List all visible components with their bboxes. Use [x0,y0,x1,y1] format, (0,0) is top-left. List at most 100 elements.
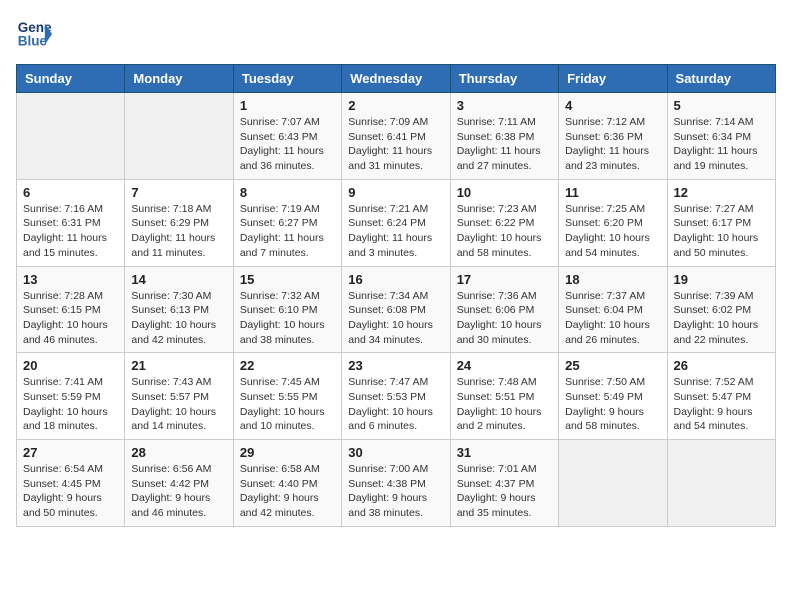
cell-info: Sunrise: 7:28 AM Sunset: 6:15 PM Dayligh… [23,289,118,348]
day-header-tuesday: Tuesday [233,65,341,93]
week-row-4: 20 Sunrise: 7:41 AM Sunset: 5:59 PM Dayli… [17,353,776,440]
day-number: 5 [674,98,769,113]
day-number: 4 [565,98,660,113]
week-row-1: 1 Sunrise: 7:07 AM Sunset: 6:43 PM Daylig… [17,93,776,180]
cell-info: Sunrise: 6:58 AM Sunset: 4:40 PM Dayligh… [240,462,335,521]
logo: General Blue [16,16,52,52]
calendar-cell: 12 Sunrise: 7:27 AM Sunset: 6:17 PM Dayli… [667,179,775,266]
day-number: 3 [457,98,552,113]
day-number: 15 [240,272,335,287]
cell-info: Sunrise: 7:52 AM Sunset: 5:47 PM Dayligh… [674,375,769,434]
cell-info: Sunrise: 7:01 AM Sunset: 4:37 PM Dayligh… [457,462,552,521]
day-number: 20 [23,358,118,373]
cell-info: Sunrise: 7:50 AM Sunset: 5:49 PM Dayligh… [565,375,660,434]
calendar-cell: 24 Sunrise: 7:48 AM Sunset: 5:51 PM Dayli… [450,353,558,440]
cell-info: Sunrise: 7:09 AM Sunset: 6:41 PM Dayligh… [348,115,443,174]
week-row-3: 13 Sunrise: 7:28 AM Sunset: 6:15 PM Dayli… [17,266,776,353]
day-number: 18 [565,272,660,287]
calendar-cell: 26 Sunrise: 7:52 AM Sunset: 5:47 PM Dayli… [667,353,775,440]
cell-info: Sunrise: 7:45 AM Sunset: 5:55 PM Dayligh… [240,375,335,434]
day-header-monday: Monday [125,65,233,93]
cell-info: Sunrise: 7:14 AM Sunset: 6:34 PM Dayligh… [674,115,769,174]
cell-info: Sunrise: 7:27 AM Sunset: 6:17 PM Dayligh… [674,202,769,261]
day-number: 16 [348,272,443,287]
day-number: 25 [565,358,660,373]
day-number: 12 [674,185,769,200]
calendar-cell: 17 Sunrise: 7:36 AM Sunset: 6:06 PM Dayli… [450,266,558,353]
calendar-cell [559,440,667,527]
calendar-cell: 3 Sunrise: 7:11 AM Sunset: 6:38 PM Daylig… [450,93,558,180]
cell-info: Sunrise: 7:19 AM Sunset: 6:27 PM Dayligh… [240,202,335,261]
calendar-cell: 1 Sunrise: 7:07 AM Sunset: 6:43 PM Daylig… [233,93,341,180]
calendar-cell: 8 Sunrise: 7:19 AM Sunset: 6:27 PM Daylig… [233,179,341,266]
calendar-header-row: SundayMondayTuesdayWednesdayThursdayFrid… [17,65,776,93]
calendar-cell: 21 Sunrise: 7:43 AM Sunset: 5:57 PM Dayli… [125,353,233,440]
day-number: 26 [674,358,769,373]
cell-info: Sunrise: 7:41 AM Sunset: 5:59 PM Dayligh… [23,375,118,434]
calendar-cell: 28 Sunrise: 6:56 AM Sunset: 4:42 PM Dayli… [125,440,233,527]
header: General Blue [16,16,776,52]
cell-info: Sunrise: 7:39 AM Sunset: 6:02 PM Dayligh… [674,289,769,348]
calendar-cell: 16Sunrise: 7:34 AM Sunset: 6:08 PM Dayli… [342,266,450,353]
day-number: 27 [23,445,118,460]
day-number: 9 [348,185,443,200]
calendar-cell [17,93,125,180]
day-number: 21 [131,358,226,373]
day-number: 8 [240,185,335,200]
calendar-cell: 18 Sunrise: 7:37 AM Sunset: 6:04 PM Dayli… [559,266,667,353]
week-row-5: 27 Sunrise: 6:54 AM Sunset: 4:45 PM Dayli… [17,440,776,527]
day-number: 30 [348,445,443,460]
calendar-cell: 15 Sunrise: 7:32 AM Sunset: 6:10 PM Dayli… [233,266,341,353]
day-number: 17 [457,272,552,287]
day-number: 6 [23,185,118,200]
calendar-cell: 5 Sunrise: 7:14 AM Sunset: 6:34 PM Daylig… [667,93,775,180]
day-number: 10 [457,185,552,200]
day-number: 28 [131,445,226,460]
day-header-sunday: Sunday [17,65,125,93]
cell-info: Sunrise: 7:32 AM Sunset: 6:10 PM Dayligh… [240,289,335,348]
day-header-thursday: Thursday [450,65,558,93]
calendar-cell: 27 Sunrise: 6:54 AM Sunset: 4:45 PM Dayli… [17,440,125,527]
day-header-saturday: Saturday [667,65,775,93]
cell-info: Sunrise: 7:48 AM Sunset: 5:51 PM Dayligh… [457,375,552,434]
cell-info: Sunrise: 6:56 AM Sunset: 4:42 PM Dayligh… [131,462,226,521]
calendar-cell: 29 Sunrise: 6:58 AM Sunset: 4:40 PM Dayli… [233,440,341,527]
cell-info: Sunrise: 7:30 AM Sunset: 6:13 PM Dayligh… [131,289,226,348]
calendar-cell: 31Sunrise: 7:01 AM Sunset: 4:37 PM Dayli… [450,440,558,527]
calendar-cell: 13 Sunrise: 7:28 AM Sunset: 6:15 PM Dayli… [17,266,125,353]
day-header-friday: Friday [559,65,667,93]
cell-info: Sunrise: 7:12 AM Sunset: 6:36 PM Dayligh… [565,115,660,174]
calendar-cell: 6Sunrise: 7:16 AM Sunset: 6:31 PM Daylig… [17,179,125,266]
day-number: 7 [131,185,226,200]
calendar-cell: 20 Sunrise: 7:41 AM Sunset: 5:59 PM Dayli… [17,353,125,440]
day-number: 24 [457,358,552,373]
calendar-cell: 14 Sunrise: 7:30 AM Sunset: 6:13 PM Dayli… [125,266,233,353]
calendar-cell: 11Sunrise: 7:25 AM Sunset: 6:20 PM Dayli… [559,179,667,266]
calendar-cell [125,93,233,180]
cell-info: Sunrise: 7:43 AM Sunset: 5:57 PM Dayligh… [131,375,226,434]
calendar-cell: 25 Sunrise: 7:50 AM Sunset: 5:49 PM Dayli… [559,353,667,440]
logo-icon: General Blue [16,16,52,52]
svg-text:Blue: Blue [18,34,48,49]
calendar-cell: 23Sunrise: 7:47 AM Sunset: 5:53 PM Dayli… [342,353,450,440]
cell-info: Sunrise: 7:21 AM Sunset: 6:24 PM Dayligh… [348,202,443,261]
cell-info: Sunrise: 7:37 AM Sunset: 6:04 PM Dayligh… [565,289,660,348]
cell-info: Sunrise: 6:54 AM Sunset: 4:45 PM Dayligh… [23,462,118,521]
cell-info: Sunrise: 7:23 AM Sunset: 6:22 PM Dayligh… [457,202,552,261]
calendar-cell: 30Sunrise: 7:00 AM Sunset: 4:38 PM Dayli… [342,440,450,527]
day-number: 29 [240,445,335,460]
day-number: 1 [240,98,335,113]
cell-info: Sunrise: 7:07 AM Sunset: 6:43 PM Dayligh… [240,115,335,174]
day-number: 14 [131,272,226,287]
cell-info: Sunrise: 7:36 AM Sunset: 6:06 PM Dayligh… [457,289,552,348]
calendar-cell: 10 Sunrise: 7:23 AM Sunset: 6:22 PM Dayli… [450,179,558,266]
calendar-cell: 22Sunrise: 7:45 AM Sunset: 5:55 PM Dayli… [233,353,341,440]
day-number: 13 [23,272,118,287]
cell-info: Sunrise: 7:11 AM Sunset: 6:38 PM Dayligh… [457,115,552,174]
day-number: 19 [674,272,769,287]
day-header-wednesday: Wednesday [342,65,450,93]
cell-info: Sunrise: 7:47 AM Sunset: 5:53 PM Dayligh… [348,375,443,434]
calendar-table: SundayMondayTuesdayWednesdayThursdayFrid… [16,64,776,527]
week-row-2: 6Sunrise: 7:16 AM Sunset: 6:31 PM Daylig… [17,179,776,266]
day-number: 11 [565,185,660,200]
